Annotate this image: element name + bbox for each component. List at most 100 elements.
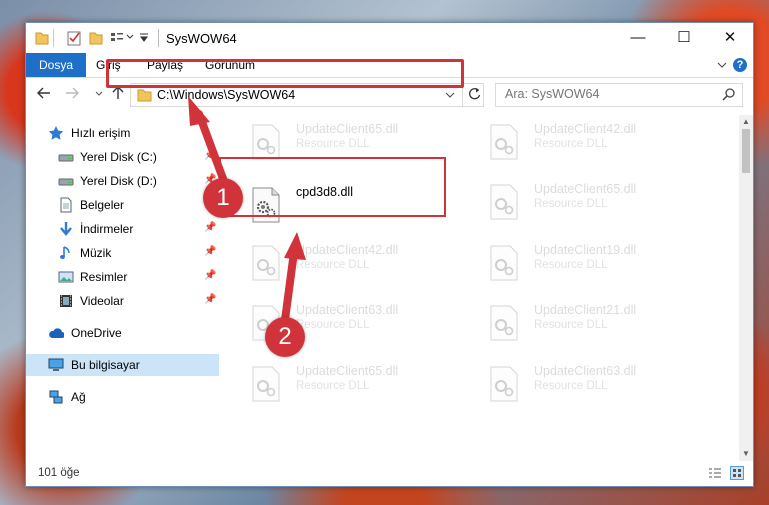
nav-label: Hızlı erişim [71, 126, 131, 140]
nav-label: OneDrive [71, 326, 122, 340]
nav-item-local-disk-d[interactable]: Yerel Disk (D:) 📌 [26, 170, 219, 192]
large-icons-view-icon[interactable] [730, 466, 744, 480]
file-type: Resource DLL [296, 138, 370, 150]
customize-toolbar-icon[interactable] [139, 33, 149, 49]
nav-item-local-disk-c[interactable]: Yerel Disk (C:) 📌 [26, 146, 219, 168]
refresh-button[interactable] [462, 84, 485, 106]
nav-item-videos[interactable]: Videolar 📌 [26, 290, 219, 312]
file-type: Resource DLL [534, 380, 608, 392]
cloud-icon [49, 328, 64, 338]
tab-dosya[interactable]: Dosya [26, 53, 87, 77]
dll-file-icon [252, 124, 280, 160]
nav-label: Resimler [80, 270, 128, 284]
forward-arrow-icon [66, 87, 79, 99]
step-2-badge: 2 [265, 317, 305, 357]
nav-label: Ağ [71, 390, 86, 404]
window-title: SysWOW64 [166, 31, 237, 46]
vertical-scrollbar[interactable]: ▲ ▼ [739, 115, 753, 461]
dll-file-icon [252, 366, 280, 402]
file-tile[interactable]: UpdateClient42.dll Resource DLL [482, 118, 714, 170]
address-path[interactable]: C:\Windows\SysWOW64 [157, 88, 295, 102]
nav-item-music[interactable]: Müzik 📌 [26, 242, 219, 264]
document-icon [60, 197, 72, 213]
file-type: Resource DLL [534, 319, 608, 331]
file-tile[interactable]: UpdateClient65.dll Resource DLL [482, 178, 714, 230]
minimize-button[interactable]: — [615, 23, 661, 53]
file-type: Resource DLL [296, 319, 370, 331]
file-type: Resource DLL [534, 138, 608, 150]
file-name: UpdateClient63.dll [296, 303, 399, 317]
pin-icon: 📌 [204, 294, 217, 305]
dll-file-icon [490, 366, 518, 402]
pin-icon: 📌 [204, 222, 217, 233]
file-type: Resource DLL [534, 198, 608, 210]
file-name: UpdateClient63.dll [534, 364, 637, 378]
folder-icon [35, 32, 49, 45]
nav-item-network[interactable]: Ağ [26, 386, 219, 408]
address-dropdown-icon[interactable] [445, 89, 455, 101]
nav-item-documents[interactable]: Belgeler 📌 [26, 194, 219, 216]
pin-icon: 📌 [204, 150, 217, 161]
file-name: UpdateClient19.dll [534, 243, 637, 257]
step-1-badge: 1 [203, 178, 243, 218]
nav-label: Yerel Disk (C:) [80, 150, 157, 164]
file-type: Resource DLL [296, 259, 370, 271]
dll-file-icon [490, 245, 518, 281]
dll-file-icon [490, 124, 518, 160]
nav-item-this-pc[interactable]: Bu bilgisayar [26, 354, 219, 376]
file-type: Resource DLL [296, 380, 370, 392]
file-type: Resource DLL [534, 259, 608, 271]
new-folder-icon[interactable] [89, 30, 103, 46]
download-icon [60, 222, 72, 236]
file-name: UpdateClient65.dll [296, 122, 399, 136]
help-icon[interactable]: ? [733, 58, 747, 72]
file-tile[interactable]: UpdateClient21.dll Resource DLL [482, 299, 714, 351]
scroll-down-icon[interactable]: ▼ [739, 447, 753, 461]
back-arrow-icon [37, 87, 50, 99]
properties-icon[interactable] [67, 30, 81, 46]
file-tile[interactable]: UpdateClient42.dll Resource DLL [244, 239, 476, 291]
pin-icon: 📌 [204, 270, 217, 281]
music-icon [60, 246, 70, 259]
file-tile[interactable]: UpdateClient65.dll Resource DLL [244, 360, 476, 412]
computer-icon [48, 358, 64, 371]
file-tile[interactable]: UpdateClient63.dll Resource DLL [482, 360, 714, 412]
dll-file-icon [252, 245, 280, 281]
ribbon-expand-icon[interactable] [717, 61, 727, 69]
star-icon [48, 126, 64, 140]
search-input[interactable] [505, 87, 705, 101]
search-box[interactable] [495, 83, 743, 107]
file-name: UpdateClient21.dll [534, 303, 637, 317]
folder-icon [137, 89, 152, 102]
minimize-icon: — [630, 29, 646, 46]
forward-button[interactable] [63, 86, 81, 104]
nav-label: Müzik [80, 246, 112, 260]
nav-item-downloads[interactable]: İndirmeler 📌 [26, 218, 219, 240]
close-button[interactable]: ✕ [707, 23, 753, 53]
chevron-down-icon[interactable] [126, 33, 134, 49]
search-icon[interactable] [722, 87, 736, 101]
nav-item-pictures[interactable]: Resimler 📌 [26, 266, 219, 288]
pin-icon: 📌 [204, 246, 217, 257]
title-bar: SysWOW64 — ☐ ✕ [26, 23, 753, 53]
scroll-thumb[interactable] [742, 129, 750, 173]
file-name: UpdateClient42.dll [534, 122, 637, 136]
recent-locations-button[interactable] [90, 86, 108, 104]
address-highlight-box [106, 59, 464, 88]
scroll-up-icon[interactable]: ▲ [739, 115, 753, 129]
file-tile[interactable]: UpdateClient19.dll Resource DLL [482, 239, 714, 291]
details-view-icon[interactable] [708, 466, 722, 480]
refresh-icon [468, 88, 480, 100]
nav-item-onedrive[interactable]: OneDrive [26, 322, 219, 344]
drive-icon [58, 154, 74, 162]
navigation-pane: Hızlı erişim Yerel Disk (C:) 📌 Yerel Dis… [26, 115, 219, 461]
back-button[interactable] [35, 86, 53, 104]
nav-item-quick-access[interactable]: Hızlı erişim [26, 122, 219, 144]
network-icon [49, 390, 63, 404]
maximize-button[interactable]: ☐ [661, 23, 707, 53]
file-name: UpdateClient42.dll [296, 243, 399, 257]
quick-access-toolbar-icon[interactable] [110, 30, 124, 46]
up-button[interactable] [109, 86, 127, 104]
chevron-down-icon [95, 91, 103, 96]
nav-label: Belgeler [80, 198, 125, 212]
